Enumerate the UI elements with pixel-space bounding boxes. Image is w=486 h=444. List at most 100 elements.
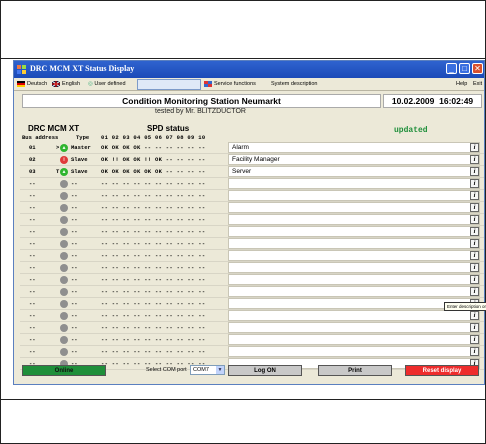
german-flag-icon bbox=[17, 80, 25, 87]
table-row: 02! Slave OK !! OK OK !! OK -- -- -- -- Fac… bbox=[20, 154, 484, 166]
info-icon[interactable]: i bbox=[470, 215, 479, 224]
footer-bar: Online Select COM port COM7 ▼ Log ON Pri… bbox=[14, 362, 484, 382]
description-field[interactable] bbox=[228, 334, 480, 345]
menu-service-functions[interactable]: Service functions bbox=[204, 80, 256, 89]
table-row: ------ -- -- -- -- -- -- -- -- --i bbox=[20, 298, 484, 310]
spd-status-values: -- -- -- -- -- -- -- -- -- -- bbox=[101, 300, 206, 307]
bus-address: -- bbox=[29, 252, 36, 259]
device-type: -- bbox=[71, 204, 78, 211]
spd-status-values: OK OK OK OK OK OK -- -- -- -- bbox=[101, 168, 206, 175]
description-field[interactable] bbox=[228, 346, 480, 357]
title-bar[interactable]: DRC MCM XT Status Display _ □ ✕ bbox=[14, 61, 484, 78]
menu-service-label: Service functions bbox=[214, 81, 256, 87]
bus-address: -- bbox=[29, 180, 36, 187]
info-icon[interactable]: i bbox=[470, 143, 479, 152]
description-field[interactable] bbox=[228, 262, 480, 273]
device-type: -- bbox=[71, 240, 78, 247]
menu-english[interactable]: English bbox=[52, 80, 80, 89]
log-on-button[interactable]: Log ON bbox=[228, 365, 302, 376]
device-type: -- bbox=[71, 288, 78, 295]
status-led-icon bbox=[60, 264, 68, 272]
col-type: Type bbox=[76, 134, 90, 141]
status-led-icon bbox=[60, 252, 68, 260]
device-type: -- bbox=[71, 252, 78, 259]
update-status: updated bbox=[394, 126, 428, 135]
bus-address: 01 bbox=[29, 144, 36, 151]
chevron-down-icon[interactable]: ▼ bbox=[216, 366, 224, 374]
description-field[interactable] bbox=[228, 310, 480, 321]
maximize-button[interactable]: □ bbox=[459, 63, 470, 74]
info-icon[interactable]: i bbox=[470, 155, 479, 164]
description-field[interactable] bbox=[228, 286, 480, 297]
com-port-select[interactable]: COM7 ▼ bbox=[190, 365, 225, 375]
description-field[interactable] bbox=[228, 298, 480, 309]
status-led-icon: ▲ bbox=[60, 168, 68, 176]
spd-status-heading: SPD status bbox=[147, 124, 190, 133]
description-field[interactable]: Alarm bbox=[228, 142, 480, 153]
info-icon[interactable]: i bbox=[470, 239, 479, 248]
info-icon[interactable]: i bbox=[470, 251, 479, 260]
menu-exit[interactable]: Exit bbox=[473, 80, 482, 89]
description-field[interactable]: Server bbox=[228, 166, 480, 177]
status-led-icon bbox=[60, 180, 68, 188]
spd-status-values: -- -- -- -- -- -- -- -- -- -- bbox=[101, 264, 206, 271]
device-type: -- bbox=[71, 348, 78, 355]
description-field[interactable] bbox=[228, 178, 480, 189]
info-icon[interactable]: i bbox=[470, 179, 479, 188]
info-icon[interactable]: i bbox=[470, 203, 479, 212]
minimize-button[interactable]: _ bbox=[446, 63, 457, 74]
description-field[interactable] bbox=[228, 202, 480, 213]
spd-status-values: -- -- -- -- -- -- -- -- -- -- bbox=[101, 276, 206, 283]
station-title: Condition Monitoring Station Neumarkt bbox=[22, 94, 381, 108]
print-button[interactable]: Print bbox=[318, 365, 392, 376]
table-row: ------ -- -- -- -- -- -- -- -- --i bbox=[20, 286, 484, 298]
device-type: -- bbox=[71, 300, 78, 307]
info-icon[interactable]: i bbox=[470, 275, 479, 284]
user-defined-field[interactable] bbox=[137, 79, 201, 90]
description-field[interactable] bbox=[228, 226, 480, 237]
info-icon[interactable]: i bbox=[470, 335, 479, 344]
info-icon[interactable]: i bbox=[470, 263, 479, 272]
bus-address: -- bbox=[29, 288, 36, 295]
table-row: ------ -- -- -- -- -- -- -- -- --i bbox=[20, 214, 484, 226]
row-marker: T bbox=[56, 168, 60, 175]
spd-status-values: -- -- -- -- -- -- -- -- -- -- bbox=[101, 204, 206, 211]
menu-bar: Deutsch English ◎ User defined Service f… bbox=[14, 78, 484, 91]
description-field[interactable] bbox=[228, 214, 480, 225]
menu-system-description[interactable]: System description bbox=[271, 80, 317, 89]
reset-display-button[interactable]: Reset display bbox=[405, 365, 479, 376]
device-type: -- bbox=[71, 312, 78, 319]
status-led-icon: ▲ bbox=[60, 144, 68, 152]
table-row: ------ -- -- -- -- -- -- -- -- --i bbox=[20, 250, 484, 262]
divider-bottom bbox=[0, 399, 486, 400]
table-row: ------ -- -- -- -- -- -- -- -- --i bbox=[20, 238, 484, 250]
window-title: DRC MCM XT Status Display bbox=[30, 64, 135, 73]
info-icon[interactable]: i bbox=[470, 191, 479, 200]
info-icon[interactable]: i bbox=[470, 227, 479, 236]
bus-address: -- bbox=[29, 192, 36, 199]
description-field[interactable] bbox=[228, 250, 480, 261]
spd-status-values: -- -- -- -- -- -- -- -- -- -- bbox=[101, 312, 206, 319]
info-icon[interactable]: i bbox=[470, 347, 479, 356]
spd-status-values: -- -- -- -- -- -- -- -- -- -- bbox=[101, 192, 206, 199]
description-field[interactable] bbox=[228, 322, 480, 333]
description-field[interactable]: Facility Manager bbox=[228, 154, 480, 165]
info-icon[interactable]: i bbox=[470, 323, 479, 332]
info-icon[interactable]: i bbox=[470, 167, 479, 176]
spd-status-values: -- -- -- -- -- -- -- -- -- -- bbox=[101, 216, 206, 223]
spd-status-values: OK !! OK OK !! OK -- -- -- -- bbox=[101, 156, 206, 163]
menu-help[interactable]: Help bbox=[456, 80, 467, 89]
status-led-icon bbox=[60, 288, 68, 296]
row-marker: > bbox=[56, 144, 60, 151]
close-button[interactable]: ✕ bbox=[472, 63, 483, 74]
info-icon[interactable]: i bbox=[470, 287, 479, 296]
menu-user-defined[interactable]: ◎ User defined bbox=[88, 80, 126, 89]
table-row: ------ -- -- -- -- -- -- -- -- --i bbox=[20, 178, 484, 190]
description-field[interactable] bbox=[228, 190, 480, 201]
menu-deutsch-label: Deutsch bbox=[27, 81, 48, 87]
description-field[interactable] bbox=[228, 238, 480, 249]
spd-status-values: -- -- -- -- -- -- -- -- -- -- bbox=[101, 240, 206, 247]
description-field[interactable] bbox=[228, 274, 480, 285]
menu-deutsch[interactable]: Deutsch bbox=[17, 80, 47, 89]
info-icon[interactable]: i bbox=[470, 311, 479, 320]
